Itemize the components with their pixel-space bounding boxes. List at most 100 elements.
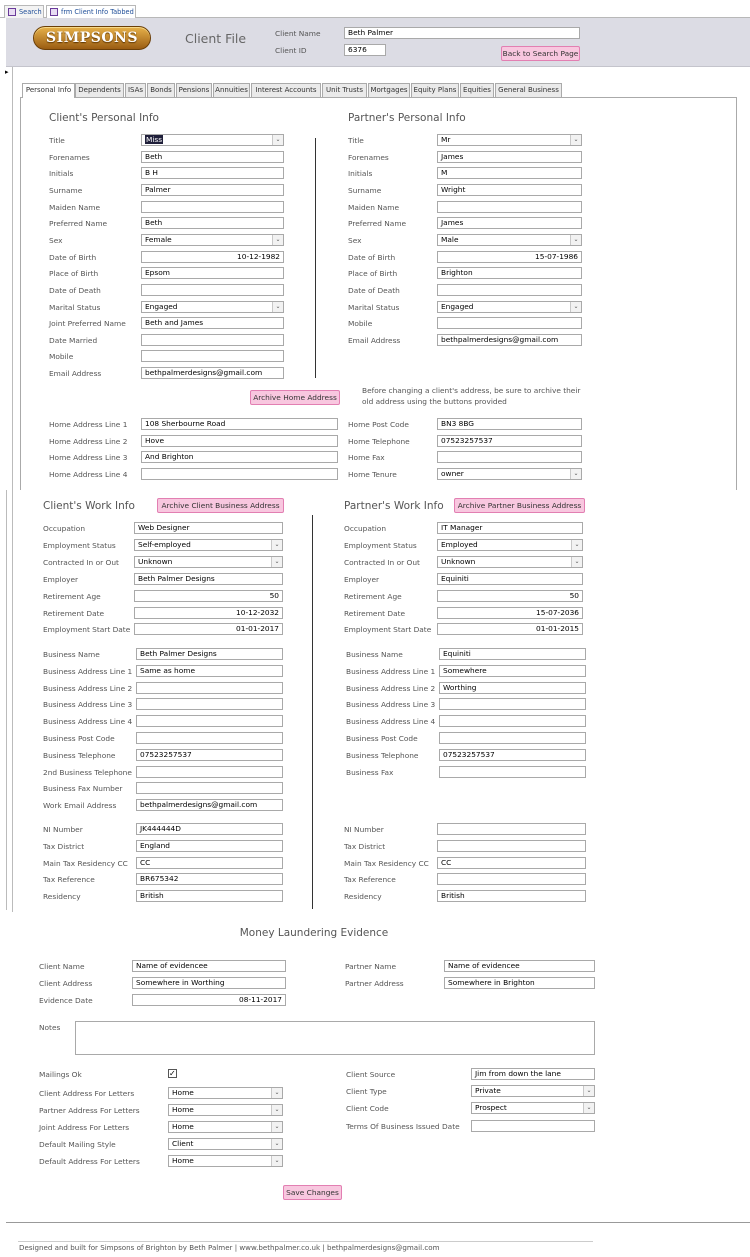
chevron-down-icon[interactable]: ⌄ (271, 1088, 282, 1098)
partner-business-post-code-field[interactable] (439, 732, 586, 744)
client-date-of-birth-field[interactable]: 10-12-1982 (141, 250, 284, 263)
client-tax-reference-field[interactable]: BR675342 (136, 873, 283, 886)
client-contracted-in-or-out-dropdown[interactable]: Unknown ⌄ (134, 555, 283, 568)
partner-retirement-date-field[interactable]: 15-07-2036 (437, 606, 583, 619)
mailing-default-mailing-style-dropdown[interactable]: Client ⌄ (168, 1138, 283, 1150)
chevron-down-icon[interactable]: ⌄ (272, 234, 283, 245)
client-tax-district-field[interactable]: England (136, 839, 283, 852)
chevron-down-icon[interactable]: ⌄ (271, 1122, 282, 1132)
partner-employment-start-date-field[interactable]: 01-01-2015 (437, 623, 583, 636)
ml-client-client-address-field[interactable]: Somewhere in Worthing (132, 977, 286, 989)
partner-contracted-in-or-out-dropdown[interactable]: Unknown ⌄ (437, 555, 583, 568)
client-residency-field[interactable]: British (136, 890, 283, 903)
client-home-post-code-field[interactable]: BN3 8BG (437, 418, 582, 430)
mailing-partner-address-for-letters-dropdown[interactable]: Home ⌄ (168, 1104, 283, 1116)
ml-client-client-name-field[interactable]: Name of evidencee (132, 960, 286, 972)
mailing-default-address-for-letters-dropdown[interactable]: Home ⌄ (168, 1155, 283, 1167)
client-business-address-line-2-field[interactable] (136, 681, 283, 694)
tab-pensions[interactable]: Pensions (176, 83, 212, 97)
partner-residency-field[interactable]: British (437, 890, 586, 903)
client-marital-status-dropdown[interactable]: Engaged ⌄ (141, 300, 284, 313)
client-retirement-age-field[interactable]: 50 (134, 589, 283, 602)
client-place-of-birth-field[interactable]: Epsom (141, 267, 284, 280)
client-employment-start-date-field[interactable]: 01-01-2017 (134, 623, 283, 636)
client-ni-number-field[interactable]: JK444444D (136, 823, 283, 835)
partner-marital-status-dropdown[interactable]: Engaged ⌄ (437, 300, 582, 313)
client-home-telephone-field[interactable]: 07523257537 (437, 434, 582, 447)
chevron-down-icon[interactable]: ⌄ (271, 1139, 282, 1149)
partner-title-dropdown[interactable]: Mr ⌄ (437, 134, 582, 146)
partner-employment-status-dropdown[interactable]: Employed ⌄ (437, 538, 583, 551)
tab-general-business[interactable]: General Business (495, 83, 562, 97)
partner-sex-dropdown[interactable]: Male ⌄ (437, 233, 582, 246)
chevron-down-icon[interactable]: ⌄ (271, 556, 282, 567)
client-employer-field[interactable]: Beth Palmer Designs (134, 572, 283, 585)
client-2nd-business-telephone-field[interactable] (136, 765, 283, 778)
client-forenames-field[interactable]: Beth (141, 150, 284, 163)
partner-mobile-field[interactable] (437, 317, 582, 330)
client-date-of-death-field[interactable] (141, 283, 284, 296)
tab-interest-accounts[interactable]: Interest Accounts (251, 83, 321, 97)
partner-preferred-name-field[interactable]: James (437, 217, 582, 230)
chevron-down-icon[interactable]: ⌄ (570, 468, 581, 479)
mailing-joint-address-for-letters-dropdown[interactable]: Home ⌄ (168, 1121, 283, 1133)
chevron-down-icon[interactable]: ⌄ (583, 1103, 594, 1114)
client-employment-status-dropdown[interactable]: Self-employed ⌄ (134, 538, 283, 551)
chevron-down-icon[interactable]: ⌄ (571, 556, 582, 567)
partner-date-of-death-field[interactable] (437, 283, 582, 296)
client-business-name-field[interactable]: Beth Palmer Designs (136, 648, 283, 660)
mailing-client-code-dropdown[interactable]: Prospect ⌄ (471, 1102, 595, 1115)
client-home-tenure-dropdown[interactable]: owner ⌄ (437, 467, 582, 480)
partner-business-address-line-3-field[interactable] (439, 698, 586, 711)
ml-partner-partner-address-field[interactable]: Somewhere in Brighton (444, 977, 595, 989)
partner-maiden-name-field[interactable] (437, 200, 582, 213)
client-name-field[interactable]: Beth Palmer (344, 27, 580, 39)
back-to-search-button[interactable]: Back to Search Page (501, 46, 580, 61)
partner-employer-field[interactable]: Equiniti (437, 572, 583, 585)
partner-ni-number-field[interactable] (437, 823, 586, 835)
client-business-fax-number-field[interactable] (136, 782, 283, 795)
tab-isas[interactable]: ISAs (125, 83, 146, 97)
partner-business-name-field[interactable]: Equiniti (439, 648, 586, 660)
client-surname-field[interactable]: Palmer (141, 183, 284, 196)
client-occupation-field[interactable]: Web Designer (134, 522, 283, 534)
doc-tab-client-info[interactable]: frm Client Info Tabbed (46, 5, 136, 18)
chevron-down-icon[interactable]: ⌄ (570, 135, 581, 145)
partner-business-fax-field[interactable] (439, 765, 586, 778)
client-joint-preferred-name-field[interactable]: Beth and James (141, 317, 284, 330)
partner-occupation-field[interactable]: IT Manager (437, 522, 583, 534)
partner-email-address-field[interactable]: bethpalmerdesigns@gmail.com (437, 333, 582, 346)
ml-client-evidence-date-field[interactable]: 08-11-2017 (132, 994, 286, 1006)
doc-tab-search[interactable]: Search (4, 5, 44, 18)
mailing-client-address-for-letters-dropdown[interactable]: Home ⌄ (168, 1087, 283, 1099)
partner-place-of-birth-field[interactable]: Brighton (437, 267, 582, 280)
chevron-down-icon[interactable]: ⌄ (583, 1086, 594, 1097)
client-work-email-address-field[interactable]: bethpalmerdesigns@gmail.com (136, 799, 283, 812)
partner-business-address-line-4-field[interactable] (439, 715, 586, 728)
client-home-fax-field[interactable] (437, 451, 582, 463)
client-home-address-line-3-field[interactable]: And Brighton (141, 451, 338, 463)
client-retirement-date-field[interactable]: 10-12-2032 (134, 606, 283, 619)
partner-business-telephone-field[interactable]: 07523257537 (439, 748, 586, 761)
tab-personal-info[interactable]: Personal Info (22, 83, 75, 98)
tab-unit-trusts[interactable]: Unit Trusts (322, 83, 367, 97)
archive-home-address-button[interactable]: Archive Home Address (250, 390, 340, 405)
chevron-down-icon[interactable]: ⌄ (570, 301, 581, 312)
client-main-tax-residency-cc-field[interactable]: CC (136, 856, 283, 869)
client-title-dropdown[interactable]: Miss ⌄ (141, 134, 284, 146)
partner-business-address-line-1-field[interactable]: Somewhere (439, 664, 586, 677)
chevron-down-icon[interactable]: ⌄ (272, 135, 283, 145)
client-email-address-field[interactable]: bethpalmerdesigns@gmail.com (141, 367, 284, 380)
archive-client-business-address-button[interactable]: Archive Client Business Address (157, 498, 284, 513)
notes-field[interactable] (75, 1021, 595, 1055)
tab-annuities[interactable]: Annuities (213, 83, 250, 97)
chevron-down-icon[interactable]: ⌄ (271, 1156, 282, 1166)
client-business-address-line-3-field[interactable] (136, 698, 283, 711)
partner-retirement-age-field[interactable]: 50 (437, 589, 583, 602)
partner-date-of-birth-field[interactable]: 15-07-1986 (437, 250, 582, 263)
client-preferred-name-field[interactable]: Beth (141, 217, 284, 230)
partner-surname-field[interactable]: Wright (437, 183, 582, 196)
tab-bonds[interactable]: Bonds (147, 83, 175, 97)
partner-tax-reference-field[interactable] (437, 873, 586, 886)
mailing-terms-of-business-issued-date-field[interactable] (471, 1119, 595, 1132)
